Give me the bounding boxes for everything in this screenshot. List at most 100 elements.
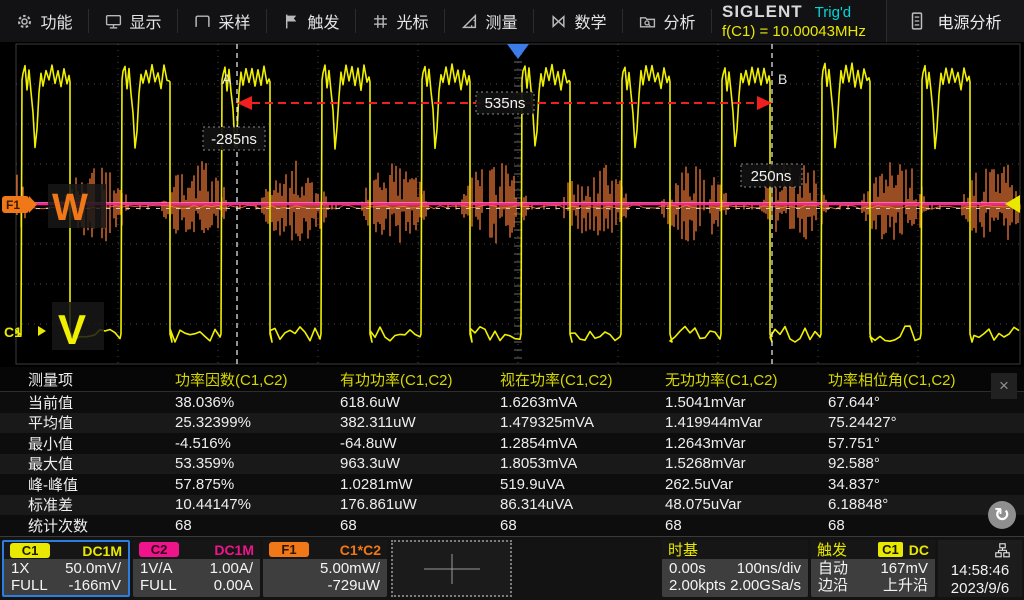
- measurement-cell: 618.6uW: [340, 394, 500, 411]
- timebase-rate: 2.00GSa/s: [730, 577, 801, 594]
- menu-label: 功能: [40, 9, 72, 33]
- measurement-cell: 1.6263mVA: [500, 394, 665, 411]
- timebase-title: 时基: [668, 540, 698, 560]
- measurement-body: 当前值38.036%618.6uW1.6263mVA1.5041mVar67.6…: [0, 392, 1024, 536]
- measurement-cell: 68: [340, 517, 500, 534]
- menu-item-acquire[interactable]: 采样: [178, 0, 267, 42]
- column-header: 无功功率(C1,C2): [665, 369, 828, 390]
- channel-c2-descriptor[interactable]: C2 DC1M 1V/A1.00A/ FULL0.00A: [133, 540, 260, 597]
- channel-f1-descriptor[interactable]: F1 C1*C2 5.00mW/ -729uW: [263, 540, 387, 597]
- measurement-row: 最小值-4.516%-64.8uW1.2854mVA1.2643mVar57.7…: [0, 433, 1024, 454]
- clock-block: 14:58:46 2023/9/6: [938, 540, 1022, 597]
- measurement-cell: 68: [665, 517, 828, 534]
- menu-item-trigger[interactable]: 触发: [267, 0, 356, 42]
- svg-text:535ns: 535ns: [485, 95, 526, 112]
- measurement-cell: 1.8053mVA: [500, 455, 665, 472]
- measurement-cell: 53.359%: [175, 455, 340, 472]
- c1-trace-marker[interactable]: C1 V: [4, 302, 104, 353]
- measurement-cell: 68: [175, 517, 340, 534]
- measurement-row: 最大值53.359%963.3uW1.8053mVA1.5268mVar92.5…: [0, 454, 1024, 475]
- c1-atten: 1X: [11, 560, 29, 577]
- svg-text:F1: F1: [6, 198, 20, 212]
- measurement-cell: 176.861uW: [340, 496, 500, 513]
- measure-icon: [461, 13, 478, 30]
- menu-label: 采样: [218, 9, 250, 33]
- c2-atten: 1V/A: [140, 560, 173, 577]
- c2-scale: 1.00A/: [210, 560, 253, 577]
- measurement-cell: 68: [500, 517, 665, 534]
- cursor-b-time-label: 250ns: [741, 164, 802, 187]
- menu-item-math[interactable]: 数学: [534, 0, 623, 42]
- measurement-cell: 382.311uW: [340, 414, 500, 431]
- cursor-b-letter: B: [778, 71, 787, 87]
- measurement-cell: 1.2643mVar: [665, 435, 828, 452]
- column-header: 测量项: [28, 369, 175, 390]
- measurement-row-label: 最大值: [28, 453, 175, 474]
- svg-text:250ns: 250ns: [751, 168, 792, 185]
- measurement-cell: 38.036%: [175, 394, 340, 411]
- measurement-row-label: 标准差: [28, 494, 175, 515]
- c1-scale: 50.0mV/: [65, 560, 121, 577]
- measurement-cell: 57.875%: [175, 476, 340, 493]
- measurement-row: 标准差10.44147%176.861uW86.314uVA48.075uVar…: [0, 495, 1024, 516]
- svg-text:C1: C1: [4, 324, 22, 340]
- trigger-status-badge: Trig'd: [815, 4, 851, 21]
- trigger-slope: 上升沿: [883, 577, 928, 594]
- channel-c1-descriptor[interactable]: C1 DC1M 1X50.0mV/ FULL-166mV: [2, 540, 130, 597]
- menu-label: 测量: [485, 9, 517, 33]
- measurement-cell: 75.24427°: [828, 414, 1024, 431]
- timebase-points: 2.00kpts: [669, 577, 726, 594]
- measurement-row-label: 平均值: [28, 412, 175, 433]
- menu-item-utility[interactable]: 功能: [0, 0, 89, 42]
- timebase-descriptor[interactable]: 时基 0.00s100ns/div 2.00kpts2.00GSa/s: [662, 540, 808, 597]
- menu-item-analysis[interactable]: 分析: [623, 0, 712, 42]
- column-header: 功率因数(C1,C2): [175, 369, 340, 390]
- measurement-row: 统计次数6868686868: [0, 515, 1024, 536]
- clock-time: 14:58:46: [938, 562, 1022, 579]
- measurement-table: 测量项 功率因数(C1,C2) 有功功率(C1,C2) 视在功率(C1,C2) …: [0, 367, 1024, 537]
- cursors-icon: [372, 13, 389, 30]
- c2-offset: 0.00A: [214, 577, 253, 594]
- menu-item-measure[interactable]: 测量: [445, 0, 534, 42]
- measurement-cell: 25.32399%: [175, 414, 340, 431]
- c1-offset: -166mV: [68, 577, 121, 594]
- svg-text:-285ns: -285ns: [211, 131, 257, 148]
- measurement-header-row: 测量项 功率因数(C1,C2) 有功功率(C1,C2) 视在功率(C1,C2) …: [0, 367, 1024, 392]
- measurement-row: 当前值38.036%618.6uW1.6263mVA1.5041mVar67.6…: [0, 392, 1024, 413]
- measurement-cell: 963.3uW: [340, 455, 500, 472]
- reset-statistics-icon[interactable]: ↻: [988, 501, 1016, 529]
- f1-scale: 5.00mW/: [320, 560, 380, 577]
- trigger-coupling: DC: [909, 542, 929, 558]
- trigger-descriptor[interactable]: 触发 C1 DC 自动167mV 边沿上升沿: [811, 540, 935, 597]
- measurement-cell: 1.2854mVA: [500, 435, 665, 452]
- f1-source: C1*C2: [340, 542, 381, 558]
- brand-logo: SIGLENT: [722, 2, 803, 22]
- trigger-flag-icon: [283, 13, 300, 30]
- frequency-readout: f(C1) = 10.00043MHz: [722, 23, 880, 40]
- c1-bandwidth: FULL: [11, 577, 48, 594]
- network-icon[interactable]: [995, 543, 1010, 558]
- power-analysis-button[interactable]: 电源分析: [887, 0, 1024, 42]
- trigger-mode: 自动: [818, 560, 848, 577]
- c2-coupling: DC1M: [214, 542, 254, 558]
- measurement-cell: 10.44147%: [175, 496, 340, 513]
- measurement-cell: -4.516%: [175, 435, 340, 452]
- acquire-icon: [194, 13, 211, 30]
- timebase-delay: 0.00s: [669, 560, 706, 577]
- c2-tab: C2: [139, 542, 179, 557]
- measurement-cell: 48.075uVar: [665, 496, 828, 513]
- cursor-a-letter: A: [222, 71, 232, 87]
- add-channel-placeholder[interactable]: [391, 540, 512, 597]
- trigger-type: 边沿: [818, 577, 848, 594]
- menu-item-cursors[interactable]: 光标: [356, 0, 445, 42]
- measurement-cell: -64.8uW: [340, 435, 500, 452]
- measurement-row-label: 峰-峰值: [28, 474, 175, 495]
- menu-item-display[interactable]: 显示: [89, 0, 178, 42]
- trigger-source: C1: [878, 542, 903, 557]
- close-icon[interactable]: ×: [991, 373, 1017, 399]
- trigger-position-indicator[interactable]: [507, 44, 529, 59]
- measurement-cell: 1.419944mVar: [665, 414, 828, 431]
- document-list-icon: [909, 12, 925, 30]
- scope-display: A B -285ns 535ns 250ns F1 W C1 V: [0, 42, 1024, 367]
- measurement-cell: 1.0281mW: [340, 476, 500, 493]
